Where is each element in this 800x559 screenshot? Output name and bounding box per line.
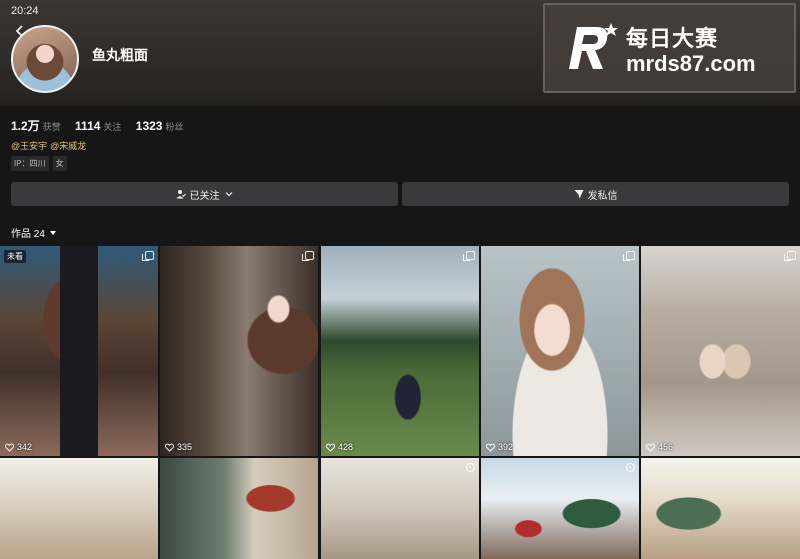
post-tile[interactable] [0,458,158,559]
like-count: 456 [646,442,673,452]
caret-down-icon [49,230,56,235]
stat-followers-label[interactable]: 粉丝 [165,122,183,132]
profile-stats: 1.2万 获赞 1114 关注 1323 粉丝 [11,117,195,134]
stat-followers-value[interactable]: 1323 [136,119,163,133]
send-message-button[interactable]: 发私信 [402,182,789,206]
followed-label: 已关注 [189,190,220,202]
chevron-down-icon [225,192,232,197]
mention-link[interactable]: @王安宇 [11,141,47,151]
send-message-label: 发私信 [587,190,618,202]
live-photo-icon [626,463,635,472]
post-tile[interactable]: 392 [481,246,639,456]
user-check-icon [176,190,186,199]
unseen-badge: 未看 [4,250,26,263]
stat-following-value[interactable]: 1114 [75,119,100,133]
post-tile[interactable]: 未看 342 [0,246,158,456]
post-tile[interactable]: 456 [641,246,800,456]
post-tile[interactable]: 428 [321,246,479,456]
brand-logo-icon [569,23,618,69]
watermark-brand-name: 每日大赛 [626,26,719,51]
watermark-brand-url: mrds87.com [626,51,756,76]
like-count: 335 [165,442,192,452]
works-tab[interactable]: 作品 24 [11,225,56,240]
multi-image-icon [302,251,314,261]
profile-username: 鱼丸粗面 [92,47,148,63]
watermark: 每日大赛 mrds87.com [543,3,796,93]
followed-button[interactable]: 已关注 [11,182,398,206]
stat-following-label[interactable]: 关注 [103,122,121,132]
multi-image-icon [463,251,475,261]
gender-tag: 女 [52,156,67,171]
profile-header: 20:24 鱼丸粗面 每日大赛 mrds87.com [0,0,800,106]
stat-likes-value: 1.2万 [11,119,40,133]
heart-icon [326,443,335,452]
heart-icon [646,443,655,452]
profile-tags: IP：四川 女 [11,156,67,171]
like-count: 342 [5,442,32,452]
post-tile[interactable] [160,458,318,559]
multi-image-icon [784,251,796,261]
stat-likes-label: 获赞 [42,122,61,132]
like-count: 428 [326,442,353,452]
avatar[interactable] [11,25,79,93]
multi-image-icon [142,251,154,261]
post-tile[interactable] [641,458,800,559]
like-count: 392 [486,442,513,452]
heart-icon [486,443,495,452]
heart-icon [165,443,174,452]
post-tile[interactable] [481,458,639,559]
status-time: 20:24 [11,5,39,17]
live-photo-icon [466,463,475,472]
ip-location-tag: IP：四川 [11,156,49,171]
post-tile[interactable] [321,458,479,559]
post-tile[interactable]: 335 [160,246,318,456]
works-label: 作品 24 [11,229,45,240]
send-icon [574,190,583,199]
multi-image-icon [623,251,635,261]
heart-icon [5,443,14,452]
mentions: @王安宇 @宋威龙 [11,139,89,152]
mention-link[interactable]: @宋威龙 [50,141,86,151]
